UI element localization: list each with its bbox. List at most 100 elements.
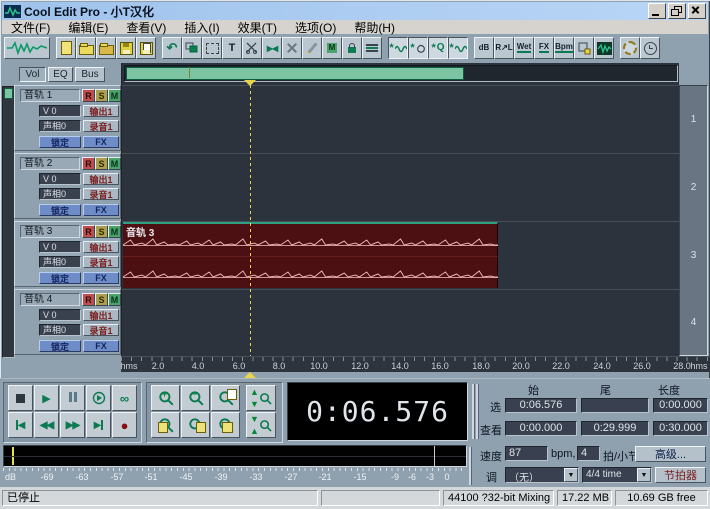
cursor-marker-top[interactable] (244, 80, 256, 86)
show-eq-envelopes-button[interactable]: * Q (428, 37, 448, 59)
bpm-button[interactable]: Bpm (554, 37, 574, 59)
go-to-start-button[interactable]: ◀ (8, 412, 33, 438)
volume-field[interactable]: V 0 (39, 241, 81, 253)
menu-file[interactable]: 文件(F) (2, 19, 59, 36)
time-signature-dropdown[interactable]: 4/4 time ▼ (582, 467, 652, 483)
insert-wave-button[interactable] (594, 37, 614, 59)
track-lane-2[interactable] (122, 153, 680, 221)
pan-field[interactable]: 声相0 (39, 324, 81, 336)
vu-meter[interactable] (3, 445, 467, 467)
record-arm-button[interactable]: R (82, 89, 95, 102)
mixdown-button[interactable] (362, 37, 382, 59)
track-name-field[interactable]: 音轨 4 (20, 293, 80, 306)
lock-button[interactable]: 锁定 (39, 204, 81, 216)
pan-field[interactable]: 声相0 (39, 256, 81, 268)
output-button[interactable]: 输出1 (83, 105, 119, 117)
beats-field[interactable]: 4 (577, 446, 600, 461)
chevron-down-icon[interactable]: ▼ (564, 468, 578, 482)
volume-field[interactable]: V 0 (39, 105, 81, 117)
zoom-in-button[interactable]: + (151, 385, 180, 411)
show-tempo-envelopes-button[interactable]: * (448, 37, 468, 59)
fx-track-button[interactable]: FX (83, 340, 119, 352)
record-arm-button[interactable]: R (82, 225, 95, 238)
punch-in-button[interactable]: ▶◀ (262, 37, 282, 59)
track-lane-4[interactable] (122, 289, 680, 356)
rewind-button[interactable]: ◀◀ (34, 412, 59, 438)
mute-button[interactable]: M (108, 293, 121, 306)
track-name-field[interactable]: 音轨 1 (20, 89, 80, 102)
volume-field[interactable]: V 0 (39, 173, 81, 185)
menu-insert[interactable]: 插入(I) (175, 19, 228, 36)
view-end-field[interactable]: 0:29.999 (581, 421, 649, 436)
clip-properties-button[interactable] (202, 37, 222, 59)
zoom-vertical-in-button[interactable]: ▲ ▼ (246, 385, 276, 411)
restore-icon[interactable] (668, 3, 686, 19)
key-dropdown[interactable]: （无） ▼ (505, 467, 579, 484)
wet-dry-button[interactable]: Wet (514, 37, 534, 59)
pan-field[interactable]: 声相0 (39, 120, 81, 132)
scroll-thumb[interactable] (4, 88, 13, 99)
advanced-button[interactable]: 高级... (635, 446, 706, 462)
minimize-icon[interactable] (648, 3, 666, 19)
time-display[interactable]: 0:06.576 (287, 382, 468, 441)
lock-button[interactable]: 锁定 (39, 136, 81, 148)
record-arm-button[interactable]: R (82, 157, 95, 170)
session-properties-button[interactable] (620, 37, 640, 59)
lock-button[interactable]: 锁定 (39, 340, 81, 352)
app-icon[interactable] (4, 4, 21, 18)
menu-view[interactable]: 查看(V) (117, 19, 175, 36)
mute-button[interactable]: M (108, 89, 121, 102)
open-button[interactable] (76, 37, 96, 59)
fast-forward-button[interactable]: ▶▶ (60, 412, 85, 438)
crossfade-button[interactable] (282, 37, 302, 59)
zoom-out-button[interactable]: − (181, 385, 210, 411)
zoom-to-selection-button[interactable] (211, 412, 240, 438)
menu-edit[interactable]: 编辑(E) (59, 19, 117, 36)
mute-clip-button[interactable]: M (322, 37, 342, 59)
output-button[interactable]: 输出1 (83, 173, 119, 185)
time-window-button[interactable]: T (222, 37, 242, 59)
save-button[interactable] (116, 37, 136, 59)
fx-track-button[interactable]: FX (83, 136, 119, 148)
view-length-field[interactable]: 0:30.000 (653, 421, 708, 436)
track-lane-1[interactable] (122, 85, 680, 153)
track-name-field[interactable]: 音轨 3 (20, 225, 80, 238)
solo-button[interactable]: S (95, 89, 108, 102)
tab-eq[interactable]: EQ (48, 67, 73, 82)
undo-button[interactable]: ↶ (162, 37, 182, 59)
draw-envelope-button[interactable] (302, 37, 322, 59)
edit-waveform-view-button[interactable] (4, 37, 50, 59)
output-button[interactable]: 输出1 (83, 241, 119, 253)
close-icon[interactable] (688, 3, 706, 19)
record-device-button[interactable]: 录音1 (83, 188, 119, 200)
volume-db-button[interactable]: dB (474, 37, 494, 59)
fx-button[interactable]: FX (534, 37, 554, 59)
lock-button[interactable]: 锁定 (39, 272, 81, 284)
save-as-button[interactable] (136, 37, 156, 59)
fx-track-button[interactable]: FX (83, 272, 119, 284)
stop-button[interactable] (8, 385, 33, 411)
output-button[interactable]: 输出1 (83, 309, 119, 321)
volume-field[interactable]: V 0 (39, 309, 81, 321)
panel-grip[interactable] (472, 384, 475, 439)
selection-end-field[interactable] (581, 398, 649, 413)
tab-vol[interactable]: Vol (19, 67, 46, 82)
menu-options[interactable]: 选项(O) (286, 19, 345, 36)
selection-length-field[interactable]: 0:00.000 (653, 398, 708, 413)
solo-button[interactable]: S (95, 157, 108, 170)
loop-button[interactable]: ∞ (112, 385, 137, 411)
metronome-button[interactable]: 节拍器 (655, 467, 706, 483)
session-overview-bar[interactable] (124, 65, 678, 82)
record-device-button[interactable]: 录音1 (83, 256, 119, 268)
menu-effects[interactable]: 效果(T) (229, 19, 286, 36)
record-button[interactable]: ● (112, 412, 137, 438)
show-pan-envelopes-button[interactable]: * (408, 37, 428, 59)
pause-button[interactable] (60, 385, 85, 411)
record-device-button[interactable]: 录音1 (83, 324, 119, 336)
cue-list-button[interactable] (574, 37, 594, 59)
play-button[interactable]: ▶ (34, 385, 59, 411)
pan-field[interactable]: 声相0 (39, 188, 81, 200)
zoom-to-selection-left-button[interactable] (151, 412, 180, 438)
multitrack-display[interactable]: 音轨 3 (121, 63, 680, 356)
play-looped-button[interactable] (86, 385, 111, 411)
